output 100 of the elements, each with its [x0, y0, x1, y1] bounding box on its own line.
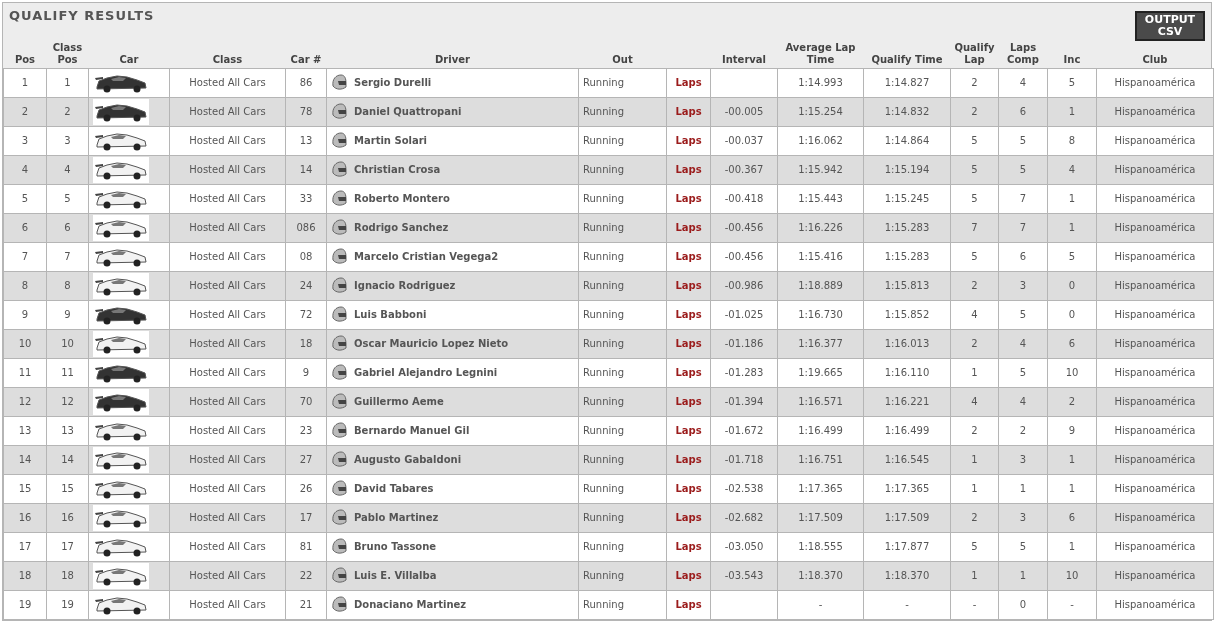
average-lap-time: 1:18.555: [798, 541, 843, 552]
status: Running: [583, 396, 624, 407]
status: Running: [583, 570, 624, 581]
laps-completed: 4: [1019, 396, 1027, 407]
output-csv-button[interactable]: OUTPUT CSV: [1135, 11, 1205, 41]
incidents: 5: [1068, 251, 1076, 262]
car-number: 78: [299, 106, 313, 117]
class-name: Hosted All Cars: [189, 135, 266, 146]
car-number: 33: [299, 193, 313, 204]
position: 1: [21, 77, 29, 88]
car-number: 72: [299, 309, 313, 320]
driver-name: Roberto Montero: [354, 192, 450, 206]
position: 11: [18, 367, 32, 378]
column-header: Driver: [435, 53, 470, 65]
average-lap-time: 1:18.370: [798, 570, 843, 581]
laps-completed: 4: [1019, 77, 1027, 88]
column-header: Car: [119, 53, 139, 65]
status: Running: [583, 251, 624, 262]
class-position: 19: [61, 599, 74, 610]
status: Running: [583, 454, 624, 465]
average-lap-time: 1:16.062: [798, 135, 843, 146]
helmet-icon: [331, 335, 347, 352]
helmet-icon: [331, 451, 347, 468]
incidents: 10: [1065, 367, 1079, 378]
class-position: 1: [64, 77, 71, 88]
car-number: 13: [299, 135, 313, 146]
helmet-icon: [331, 219, 347, 236]
status: Running: [583, 483, 624, 494]
average-lap-time: 1:16.730: [798, 309, 843, 320]
position: 7: [21, 251, 29, 262]
qualify-time: 1:14.832: [884, 106, 930, 117]
class-name: Hosted All Cars: [189, 193, 266, 204]
car-number: 18: [299, 338, 313, 349]
laps-completed: 5: [1019, 135, 1027, 146]
incidents: 8: [1068, 135, 1076, 146]
class-position: 18: [61, 570, 74, 581]
interval: -01.283: [724, 367, 764, 378]
class-position: 15: [61, 483, 74, 494]
incidents: 6: [1068, 338, 1076, 349]
driver-name: Bernardo Manuel Gil: [354, 424, 470, 438]
status: Running: [583, 222, 624, 233]
club-name: Hispanoamérica: [1114, 425, 1196, 436]
status: Running: [583, 77, 624, 88]
qualify-lap: 2: [971, 512, 978, 523]
interval: -01.025: [724, 309, 764, 320]
average-lap-time: 1:15.416: [798, 251, 843, 262]
class-name: Hosted All Cars: [189, 222, 266, 233]
incidents: 9: [1068, 425, 1076, 436]
incidents: 1: [1068, 193, 1076, 204]
interval: -01.186: [724, 338, 764, 349]
qualify-lap: 4: [971, 309, 978, 320]
helmet-icon: [331, 538, 347, 555]
class-position: 6: [64, 222, 71, 233]
position: 10: [18, 338, 32, 349]
helmet-icon: [331, 509, 347, 526]
status: Running: [583, 512, 624, 523]
qualify-time: 1:16.545: [884, 454, 930, 465]
class-name: Hosted All Cars: [189, 309, 266, 320]
column-header: Club: [1142, 53, 1168, 65]
class-position: 8: [64, 280, 71, 291]
qualify-lap: 7: [971, 222, 978, 233]
class-position: 16: [61, 512, 74, 523]
qualify-time: 1:14.827: [884, 77, 930, 88]
interval: -03.050: [724, 541, 764, 552]
car-number: 27: [299, 454, 313, 465]
average-lap-time: 1:16.377: [798, 338, 843, 349]
club-name: Hispanoamérica: [1114, 77, 1196, 88]
club-name: Hispanoamérica: [1114, 164, 1196, 175]
club-name: Hispanoamérica: [1114, 541, 1196, 552]
helmet-icon: [331, 422, 347, 439]
club-name: Hispanoamérica: [1114, 599, 1196, 610]
laps-completed: 2: [1019, 425, 1027, 436]
status: Running: [583, 599, 624, 610]
helmet-icon: [331, 596, 347, 613]
club-name: Hispanoamérica: [1114, 193, 1196, 204]
car-number: 086: [296, 222, 316, 233]
class-position: 10: [61, 338, 74, 349]
car-number: 70: [299, 396, 313, 407]
qualify-time: 1:16.221: [884, 396, 930, 407]
qualify-time: 1:15.283: [884, 222, 930, 233]
incidents: 1: [1068, 541, 1076, 552]
average-lap-time: 1:16.499: [798, 425, 843, 436]
qualify-time: 1:15.194: [884, 164, 930, 175]
incidents: 1: [1068, 483, 1076, 494]
qualify-lap: 2: [971, 106, 978, 117]
incidents: 4: [1068, 164, 1076, 175]
column-header: Out: [612, 53, 633, 65]
position: 14: [18, 454, 32, 465]
helmet-icon: [331, 393, 347, 410]
average-lap-time: 1:16.571: [798, 396, 843, 407]
incidents: 1: [1068, 106, 1076, 117]
incidents: 2: [1068, 396, 1076, 407]
club-name: Hispanoamérica: [1114, 512, 1196, 523]
status: Running: [583, 193, 624, 204]
car-number: 23: [299, 425, 313, 436]
status: Running: [583, 338, 624, 349]
helmet-icon: [331, 161, 347, 178]
status: Running: [583, 309, 624, 320]
qualify-lap: 1: [971, 454, 978, 465]
car-number: 81: [299, 541, 313, 552]
